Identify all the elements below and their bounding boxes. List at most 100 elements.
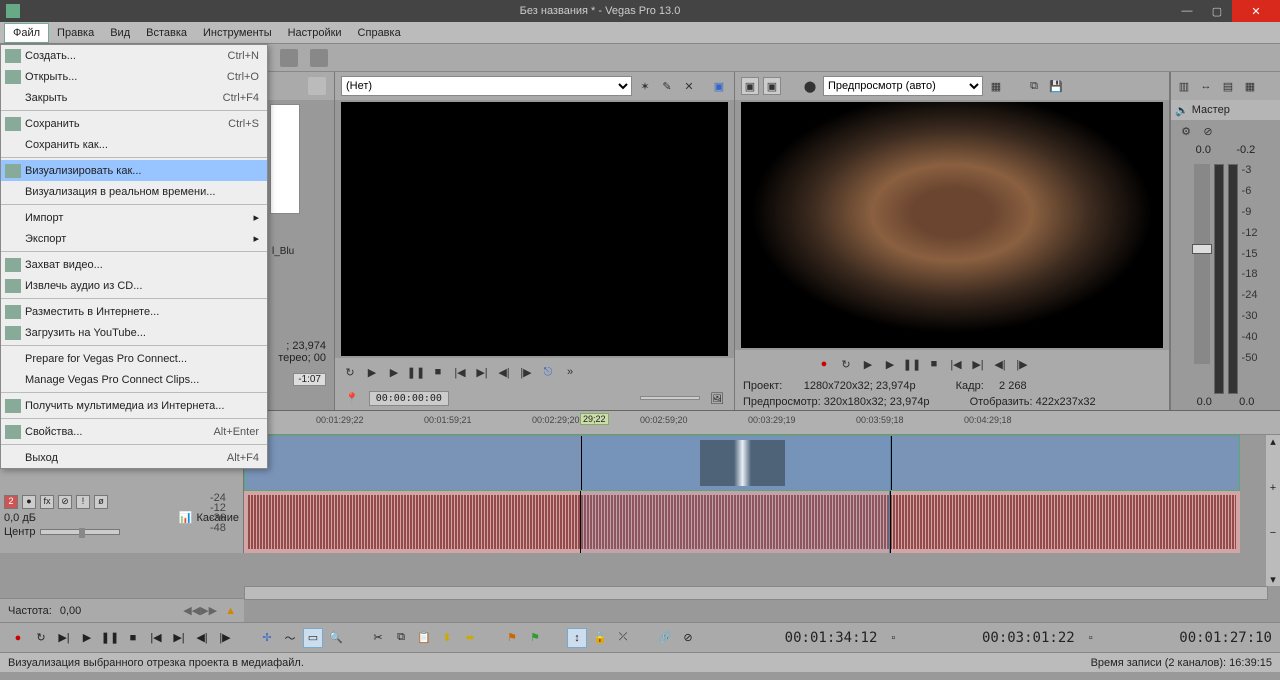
audio-track-header[interactable]: 2 ● fx ⊘ ! ø 0,0 дБ 📊 Касание Центр [0,491,244,553]
copy-icon[interactable]: ⧉ [391,628,411,648]
fx-icon[interactable]: ✶ [636,77,654,95]
master-mute-icon[interactable]: ⊘ [1199,122,1217,140]
track-fx-icon[interactable]: fx [40,495,54,509]
track-solo-icon[interactable]: ! [76,495,90,509]
fx-delete-icon[interactable]: ✕ [680,77,698,95]
track-automation-icon[interactable]: 📊 [179,511,193,524]
tool-select-icon[interactable]: ▭ [303,628,323,648]
preview-quality-select[interactable]: Предпросмотр (авто) [823,76,983,96]
marker-icon[interactable]: 📍 [345,392,359,405]
mono-icon[interactable]: ↔ [1197,77,1215,95]
step-back-icon[interactable]: ◀| [991,355,1009,373]
menu-файл[interactable]: Файл [4,23,49,43]
record-button[interactable]: ● [8,628,28,648]
brush-icon[interactable] [280,49,298,67]
track-rec-icon[interactable]: ● [22,495,36,509]
save-frame-icon[interactable]: 💾 [1047,77,1065,95]
loop-end[interactable] [891,436,892,490]
record-icon[interactable]: ● [815,355,833,373]
stop-button[interactable]: ■ [123,628,143,648]
file-menu-item[interactable]: Сохранить как... [1,134,267,155]
file-menu-item[interactable]: Открыть...Ctrl+O [1,66,267,87]
file-menu-item[interactable]: Получить мультимедиа из Интернета... [1,395,267,416]
track-phase-icon[interactable]: ø [94,495,108,509]
timeline-scrollbar[interactable] [244,586,1268,600]
pause-button[interactable]: ❚❚ [100,628,120,648]
loop-icon[interactable]: ↻ [341,363,359,381]
snap-icon[interactable]: ⬍ [437,628,457,648]
copy-frame-icon[interactable]: ⧉ [1025,77,1043,95]
file-menu-item[interactable]: Загрузить на YouTube... [1,322,267,343]
file-menu-item[interactable]: Визуализировать как... [1,160,267,181]
crossfade-icon[interactable]: ⤫ [613,628,633,648]
play-start-icon[interactable]: ▶ [859,355,877,373]
tool-zoom-icon[interactable]: 🔍 [326,628,346,648]
file-menu-item[interactable]: Разместить в Интернете... [1,301,267,322]
tc-selection-len[interactable]: 00:01:27:10 [1179,630,1272,646]
play-button[interactable]: ▶ [77,628,97,648]
ignore-icon[interactable]: ⊘ [678,628,698,648]
next-frame-button[interactable]: |▶ [215,628,235,648]
play-icon[interactable]: ▶ [363,363,381,381]
tool-normal-icon[interactable]: ✢ [257,628,277,648]
video-clip[interactable] [244,435,1240,491]
file-menu-item[interactable]: Создать...Ctrl+N [1,45,267,66]
file-menu-item[interactable]: ВыходAlt+F4 [1,447,267,468]
file-menu-item[interactable]: Свойства...Alt+Enter [1,421,267,442]
file-menu-item[interactable]: Экспорт [1,228,267,249]
master-fader[interactable] [1194,164,1210,364]
overlay-icon[interactable]: ▣ [710,77,728,95]
tc-selection-end[interactable]: 00:03:01:22 [982,630,1075,646]
bus-icon[interactable]: ▦ [1241,77,1259,95]
step-back-icon[interactable]: ◀| [495,363,513,381]
timeline-vscroll[interactable]: ▴+−▾ [1266,435,1280,586]
loop-button[interactable]: ↻ [31,628,51,648]
loop-icon[interactable]: ↻ [837,355,855,373]
playhead[interactable] [581,436,582,490]
file-menu-item[interactable]: Захват видео... [1,254,267,275]
close-button[interactable]: ✕ [1232,0,1280,22]
play-icon[interactable]: ▶ [881,355,899,373]
menu-инструменты[interactable]: Инструменты [195,24,280,42]
go-end-icon[interactable]: ▶| [473,363,491,381]
shuttle-icon[interactable]: ◀◀▶▶ [183,604,217,617]
audio-clip[interactable] [244,491,1240,553]
more-icon[interactable]: » [561,363,579,381]
minimize-button[interactable]: — [1172,0,1202,22]
go-start-button[interactable]: |◀ [146,628,166,648]
link-icon[interactable]: 🔗 [655,628,675,648]
menu-вставка[interactable]: Вставка [138,24,195,42]
overlay-b-icon[interactable]: ▣ [763,77,781,95]
trimmer-in[interactable] [640,396,700,400]
go-end-button[interactable]: ▶| [169,628,189,648]
step-fwd-icon[interactable]: |▶ [517,363,535,381]
play-start-button[interactable]: ▶| [54,628,74,648]
file-menu-item[interactable]: Импорт [1,207,267,228]
file-menu-item[interactable]: Извлечь аудио из CD... [1,275,267,296]
preview-viewport[interactable] [741,102,1163,348]
menu-справка[interactable]: Справка [350,24,409,42]
rate-value[interactable]: 0,00 [60,605,81,617]
play-from-icon[interactable]: ▶ [385,363,403,381]
track-pan[interactable]: Центр [4,526,36,538]
tool-envelope-icon[interactable]: 〜 [280,628,300,648]
maximize-button[interactable]: ▢ [1202,0,1232,22]
stop-icon[interactable]: ■ [925,355,943,373]
trimmer-viewport[interactable] [341,102,728,356]
file-menu-item[interactable]: Manage Vegas Pro Connect Clips... [1,369,267,390]
preview-fx-icon[interactable]: ⬤ [801,77,819,95]
split-icon[interactable]: ⎋ [539,363,557,381]
file-menu-item[interactable]: Визуализация в реальном времени... [1,181,267,202]
pause-icon[interactable]: ❚❚ [407,363,425,381]
loop-region[interactable] [581,436,891,490]
wand-icon[interactable] [310,49,328,67]
track-mute-icon[interactable]: ⊘ [58,495,72,509]
file-menu-item[interactable]: СохранитьCtrl+S [1,113,267,134]
auto-ripple-icon[interactable]: ↕ [567,628,587,648]
pause-icon[interactable]: ❚❚ [903,355,921,373]
autosnap-icon[interactable]: ⬌ [460,628,480,648]
master-fx-icon[interactable]: ⚙ [1177,122,1195,140]
cut-icon[interactable]: ✂ [368,628,388,648]
prev-frame-button[interactable]: ◀| [192,628,212,648]
view-list-icon[interactable] [308,77,326,95]
